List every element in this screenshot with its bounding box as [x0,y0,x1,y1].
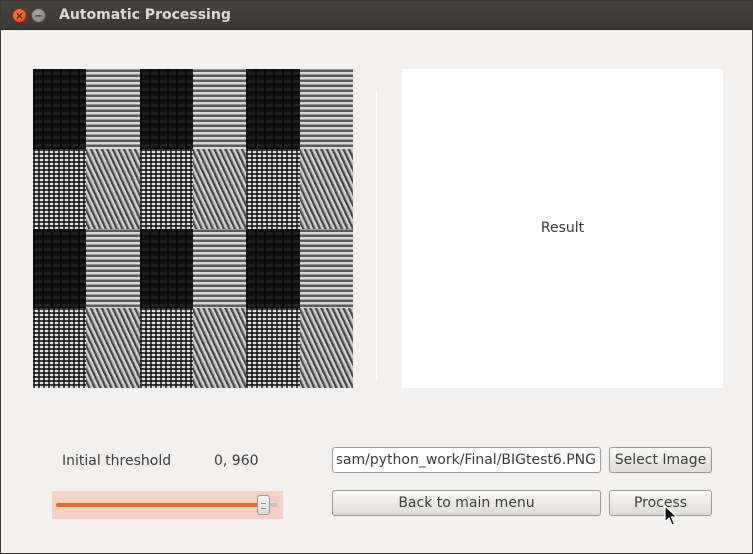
image-texture-tile [300,69,353,149]
image-texture-tile [246,149,300,229]
select-image-button[interactable]: Select Image [609,447,712,473]
image-texture-tile [193,69,247,149]
image-texture-tile [140,69,194,149]
image-texture-tile [33,149,87,229]
image-texture-tile [246,229,300,309]
minimize-icon[interactable]: − [31,8,46,23]
result-panel: Result [402,69,723,388]
mouse-pointer-icon [664,505,678,526]
image-texture-tile [246,69,300,149]
file-path-input[interactable]: e/sam/python_work/Final/BIGtest6.PNG [332,447,601,473]
image-texture-tile [33,229,87,309]
slider-handle[interactable] [257,495,270,515]
image-texture-tile [300,149,353,229]
title-bar: × − Automatic Processing [1,1,752,30]
image-texture-tile [193,149,247,229]
image-texture-tile [193,229,247,309]
image-texture-tile [140,308,194,388]
result-label: Result [540,220,585,236]
image-texture-tile [300,308,353,388]
close-icon[interactable]: × [12,8,27,23]
image-texture-tile [300,229,353,309]
image-texture-tile [86,69,140,149]
process-button[interactable]: Process [609,490,712,516]
image-texture-tile [86,149,140,229]
image-texture-tile [193,308,247,388]
back-to-main-menu-button[interactable]: Back to main menu [332,490,601,516]
window-title: Automatic Processing [59,7,231,23]
threshold-slider[interactable] [52,491,283,519]
image-texture-tile [33,308,87,388]
image-texture-tile [86,308,140,388]
image-texture-tile [140,149,194,229]
slider-track[interactable] [56,503,278,507]
threshold-value: 0, 960 [214,453,259,469]
file-path-text[interactable]: e/sam/python_work/Final/BIGtest6.PNG [337,448,596,472]
image-texture-tile [246,308,300,388]
image-texture-tile [86,229,140,309]
threshold-label: Initial threshold [62,453,172,469]
app-window: × − Automatic Processing Result Initial … [0,0,753,554]
image-texture-tile [140,229,194,309]
image-texture-tile [33,69,87,149]
vertical-separator [376,90,377,379]
slider-fill [56,503,269,507]
source-image-preview [33,69,353,388]
